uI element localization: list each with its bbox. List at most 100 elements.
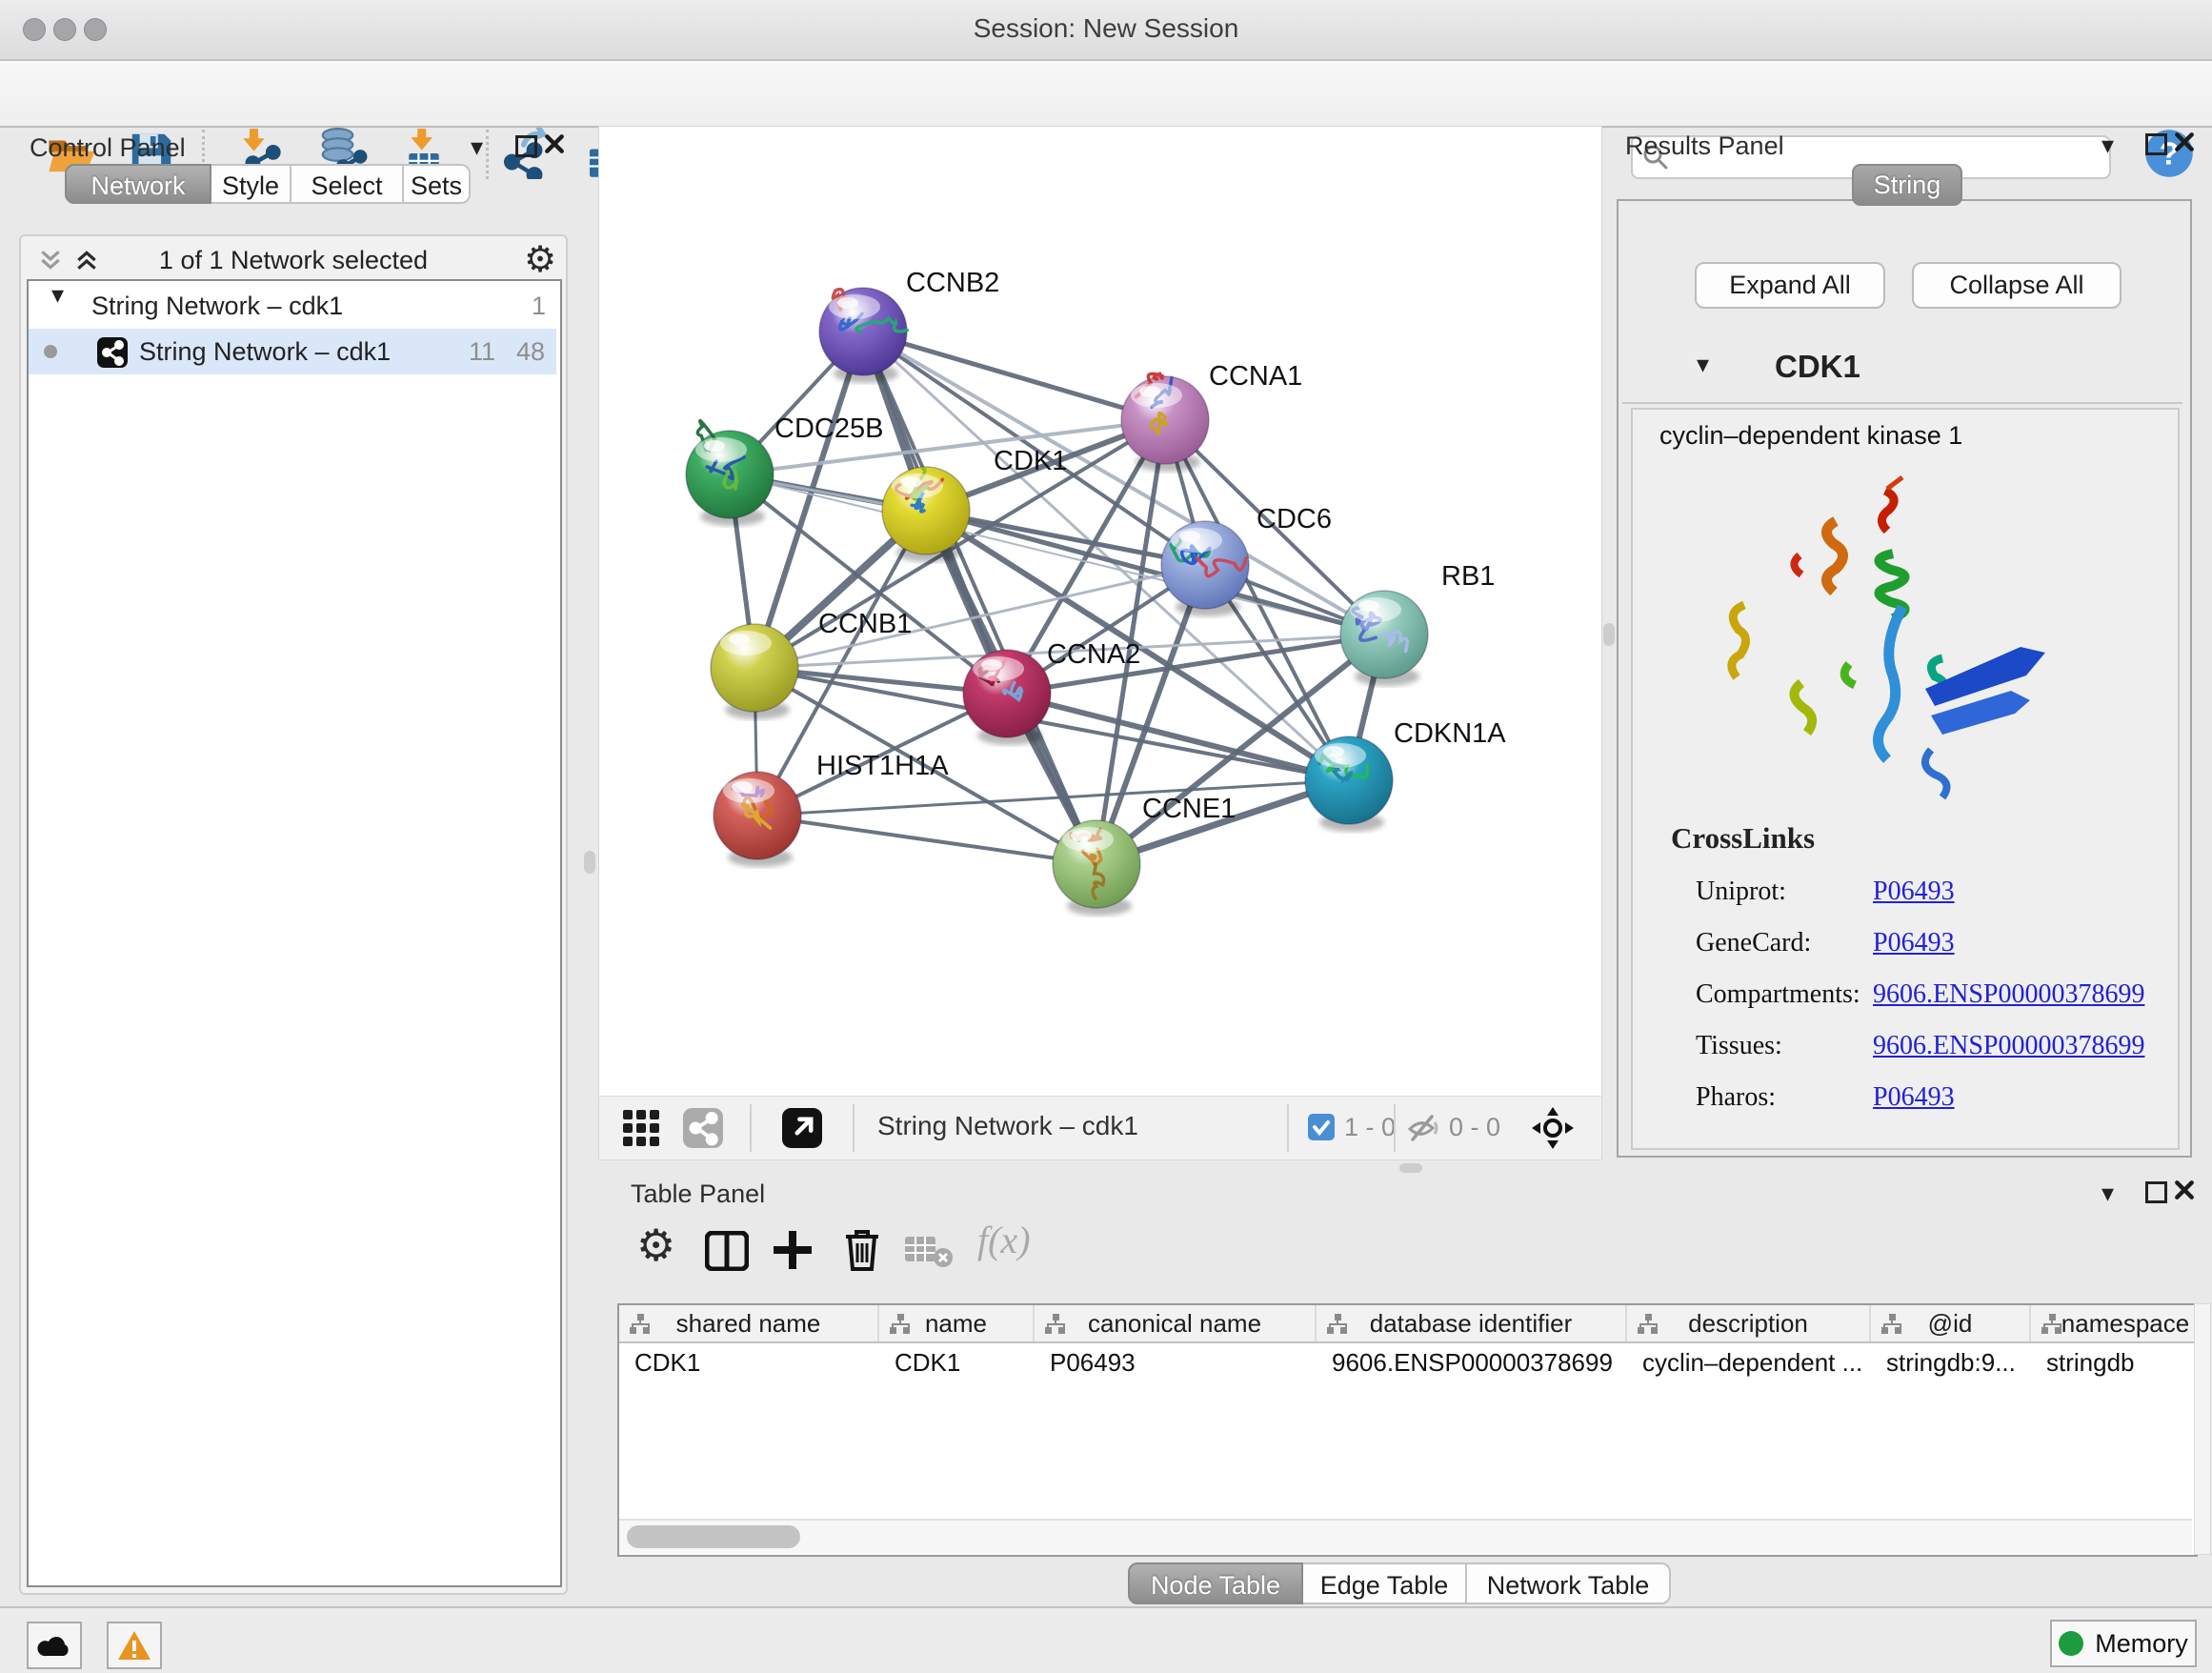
node-label: CCNA2 bbox=[1047, 639, 1140, 670]
table-cell[interactable]: 9606.ENSP00000378699 bbox=[1317, 1343, 1627, 1381]
crosslink-label: Compartments: bbox=[1696, 979, 1860, 1010]
crosslink-link[interactable]: P06493 bbox=[1873, 1082, 1955, 1113]
column-header[interactable]: namespace bbox=[2031, 1305, 2198, 1341]
table-panel-float-icon[interactable] bbox=[2145, 1181, 2167, 1203]
table-options-gear-icon[interactable]: ⚙ bbox=[636, 1219, 675, 1271]
protein-structure-image bbox=[1685, 462, 2057, 805]
tab-style[interactable]: Style bbox=[211, 164, 292, 204]
control-panel-menu-icon[interactable]: ▾ bbox=[471, 135, 483, 160]
column-header[interactable]: database identifier bbox=[1317, 1305, 1627, 1341]
vertical-scrollbar[interactable] bbox=[2194, 1303, 2211, 1555]
network-node-RB1[interactable]: RB1 bbox=[1340, 561, 1495, 686]
delete-column-icon[interactable] bbox=[842, 1227, 882, 1278]
column-header[interactable]: shared name bbox=[619, 1305, 879, 1341]
network-options-gear-icon[interactable]: ⚙ bbox=[524, 238, 556, 280]
network-view-title: String Network – cdk1 bbox=[877, 1111, 1138, 1141]
table-cell[interactable]: stringdb bbox=[2031, 1343, 2198, 1381]
collapse-all-button[interactable]: Collapse All bbox=[1912, 262, 2122, 309]
column-header[interactable]: @id bbox=[1871, 1305, 2031, 1341]
column-header[interactable]: description bbox=[1627, 1305, 1871, 1341]
title-bar: Session: New Session bbox=[0, 0, 2212, 61]
network-view-canvas[interactable]: CCNB2CCNA1CDC25BCDK1CDC6RB1CCNB1CCNA2HIS… bbox=[598, 126, 1602, 1098]
table-cell[interactable]: CDK1 bbox=[619, 1343, 879, 1381]
cloud-status-button[interactable] bbox=[27, 1622, 82, 1669]
column-header[interactable]: canonical name bbox=[1035, 1305, 1317, 1341]
export-view-icon[interactable] bbox=[782, 1108, 822, 1153]
table-row[interactable]: CDK1CDK1P064939606.ENSP00000378699cyclin… bbox=[619, 1343, 2198, 1381]
control-panel-float-icon[interactable] bbox=[515, 135, 537, 157]
tab-network[interactable]: Network bbox=[65, 164, 211, 204]
separator bbox=[1287, 1104, 1289, 1152]
add-column-icon[interactable] bbox=[772, 1229, 814, 1276]
column-label: @id bbox=[1928, 1309, 1973, 1339]
network-row-selected[interactable]: String Network – cdk1 11 48 bbox=[29, 329, 556, 374]
crosslink-label: Uniprot: bbox=[1696, 877, 1786, 907]
network-label: String Network – cdk1 bbox=[139, 329, 391, 374]
results-panel-title: Results Panel bbox=[1625, 131, 1784, 161]
network-node-CDKN1A[interactable]: CDKN1A bbox=[1305, 718, 1506, 832]
table-cell[interactable]: CDK1 bbox=[879, 1343, 1035, 1381]
crosslink-row: GeneCard: P06493 bbox=[1633, 917, 2178, 968]
node-label: CCNE1 bbox=[1142, 794, 1236, 824]
node-label: CCNB1 bbox=[818, 609, 912, 639]
table-panel-menu-icon[interactable]: ▾ bbox=[2101, 1181, 2114, 1206]
tab-sets[interactable]: Sets bbox=[404, 164, 471, 204]
tab-select[interactable]: Select bbox=[292, 164, 404, 204]
table-cell[interactable]: cyclin–dependent ... bbox=[1627, 1343, 1871, 1381]
results-panel-menu-icon[interactable]: ▾ bbox=[2101, 133, 2114, 158]
cdk1-collapse-icon[interactable]: ▾ bbox=[1697, 353, 1709, 377]
selected-checkbox-icon[interactable] bbox=[1308, 1114, 1335, 1145]
column-label: shared name bbox=[676, 1309, 821, 1339]
show-columns-icon[interactable] bbox=[705, 1231, 749, 1276]
control-panel-close-icon[interactable] bbox=[544, 133, 565, 159]
birds-eye-view-icon[interactable] bbox=[623, 1110, 661, 1151]
network-node-HIST1H1A[interactable]: HIST1H1A bbox=[714, 751, 949, 867]
results-panel-close-icon[interactable] bbox=[2174, 131, 2195, 157]
crosslink-link[interactable]: 9606.ENSP00000378699 bbox=[1873, 979, 2144, 1010]
string-panel-toggle-icon[interactable] bbox=[683, 1108, 723, 1153]
crosslink-row: Compartments: 9606.ENSP00000378699 bbox=[1633, 968, 2178, 1019]
network-collection-row[interactable]: ▾ String Network – cdk1 1 bbox=[29, 283, 556, 329]
table-header-row: shared name name canonical name database id… bbox=[619, 1305, 2198, 1343]
table-panel-title: Table Panel bbox=[631, 1179, 765, 1209]
column-label: canonical name bbox=[1088, 1309, 1261, 1339]
network-edge[interactable] bbox=[863, 332, 1165, 420]
node-label: CDK1 bbox=[994, 446, 1067, 476]
network-edge-count: 48 bbox=[516, 329, 545, 374]
network-node-CCNA1[interactable]: CCNA1 bbox=[1121, 361, 1302, 472]
column-header[interactable]: name bbox=[879, 1305, 1035, 1341]
expand-all-button[interactable]: Expand All bbox=[1695, 262, 1885, 309]
network-node-CDC25B[interactable]: CDC25B bbox=[686, 413, 883, 526]
left-splitter-handle[interactable] bbox=[584, 851, 595, 874]
crosslink-label: GeneCard: bbox=[1696, 928, 1811, 958]
cdk1-section-header[interactable]: ▾ CDK1 bbox=[1622, 333, 2182, 404]
crosslink-link[interactable]: P06493 bbox=[1873, 928, 1955, 958]
memory-button[interactable]: Memory bbox=[2050, 1620, 2197, 1667]
node-table: shared name name canonical name database id… bbox=[617, 1303, 2198, 1557]
network-tree: ▾ String Network – cdk1 1 String Network… bbox=[27, 279, 562, 1587]
selected-counts: 1 - 0 bbox=[1344, 1113, 1396, 1142]
fit-content-crosshair-icon[interactable] bbox=[1531, 1106, 1575, 1155]
warnings-button[interactable] bbox=[107, 1622, 162, 1669]
results-panel-float-icon[interactable] bbox=[2145, 133, 2167, 155]
crosslink-link[interactable]: P06493 bbox=[1873, 877, 1955, 907]
tab-edge-table[interactable]: Edge Table bbox=[1303, 1562, 1467, 1604]
hidden-counts: 0 - 0 bbox=[1449, 1113, 1500, 1142]
table-panel-close-icon[interactable] bbox=[2174, 1179, 2195, 1205]
table-cell[interactable]: stringdb:9... bbox=[1871, 1343, 2031, 1381]
tab-network-table[interactable]: Network Table bbox=[1467, 1562, 1671, 1604]
tab-node-table[interactable]: Node Table bbox=[1128, 1562, 1303, 1604]
crosslinks-list: Uniprot: P06493 GeneCard: P06493 Compartment… bbox=[1633, 865, 2178, 1122]
network-node-CCNE1[interactable]: CCNE1 bbox=[1053, 794, 1236, 916]
network-edge[interactable] bbox=[757, 816, 1096, 864]
crosslink-link[interactable]: 9606.ENSP00000378699 bbox=[1873, 1031, 2144, 1061]
network-current-dot-icon bbox=[44, 345, 57, 358]
separator bbox=[1394, 1104, 1396, 1152]
network-node-CCNA2[interactable]: CCNA2 bbox=[963, 639, 1140, 745]
delete-table-icon bbox=[905, 1235, 955, 1274]
horizontal-scrollbar[interactable] bbox=[619, 1519, 2192, 1553]
collection-expand-icon[interactable]: ▾ bbox=[51, 283, 64, 308]
tab-string-results[interactable]: String bbox=[1852, 164, 1962, 206]
table-cell[interactable]: P06493 bbox=[1035, 1343, 1317, 1381]
scrollbar-thumb[interactable] bbox=[627, 1525, 800, 1548]
